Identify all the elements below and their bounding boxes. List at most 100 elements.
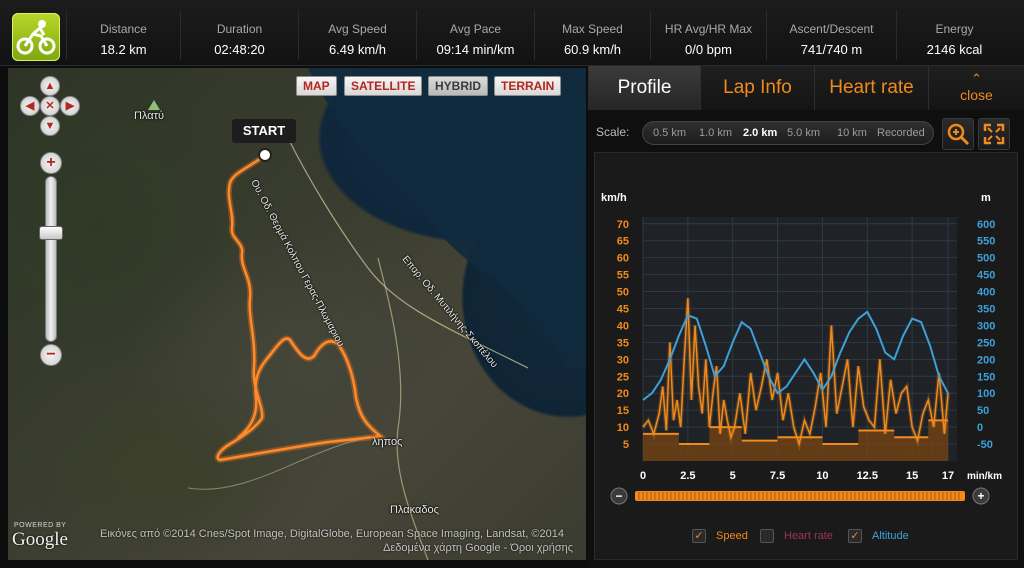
profile-chart-svg[interactable]: 510152025303540455055606570-500501001502… [595, 153, 1019, 561]
tab-profile[interactable]: Profile [588, 66, 700, 110]
close-label: close [960, 87, 993, 103]
stat-label: Ascent/Descent [789, 22, 874, 36]
heart-rate-checkbox[interactable] [760, 529, 774, 543]
scale-option-0-5km[interactable]: 0.5 km [653, 127, 686, 139]
zoom-chart-button[interactable] [942, 118, 974, 150]
fullscreen-button[interactable] [978, 118, 1010, 150]
map-type-map[interactable]: MAP [296, 76, 337, 96]
stat-distance: Distance 18.2 km [66, 10, 180, 60]
y-left-tick-label: 70 [617, 219, 629, 231]
y-right-tick-label: -50 [977, 439, 993, 451]
y-right-tick-label: 450 [977, 270, 995, 282]
zoom-in-button[interactable]: + [40, 152, 62, 174]
scale-option-2km[interactable]: 2.0 km [743, 127, 777, 139]
lap-bar [678, 444, 710, 461]
stat-label: Duration [216, 22, 263, 36]
pan-down-icon[interactable]: ▼ [40, 116, 60, 136]
place-label: Πλατύ [134, 110, 164, 122]
lap-bar [643, 433, 679, 461]
y-left-tick-label: 30 [617, 354, 629, 366]
y-left-tick-label: 5 [623, 439, 629, 451]
profile-chart: 5 10 15 20 25 30 35 40 45 50 55 60 65 70 -50 0 50 100 150 2… [594, 152, 1018, 560]
stat-value: 60.9 km/h [563, 42, 622, 57]
y-right-tick-label: 600 [977, 219, 995, 231]
route-map[interactable]: MAP SATELLITE HYBRID TERRAIN ▲ ◀ ▶ ✕ ▼ +… [8, 68, 586, 560]
scale-option-10km[interactable]: 10 km [837, 127, 867, 139]
place-label: ληπος [372, 436, 403, 448]
google-logo[interactable]: Google [12, 529, 68, 551]
start-marker[interactable] [258, 148, 272, 162]
stat-ascent-descent: Ascent/Descent 741/740 m [766, 10, 896, 60]
map-type-terrain[interactable]: TERRAIN [494, 76, 562, 96]
y-left-tick-label: 25 [617, 371, 629, 383]
scale-option-1km[interactable]: 1.0 km [699, 127, 732, 139]
chevron-up-icon: ⌃ [971, 71, 982, 86]
y-left-tick-label: 45 [617, 304, 629, 316]
speed-checkbox-label: Speed [716, 530, 748, 542]
pan-left-icon[interactable]: ◀ [20, 96, 40, 116]
x-tick-label: 17 [942, 470, 954, 482]
stat-energy: Energy 2146 kcal [896, 10, 1012, 60]
stat-heart-rate: HR Avg/HR Max 0/0 bpm [650, 10, 766, 60]
y-left-tick-label: 60 [617, 253, 629, 265]
pan-right-icon[interactable]: ▶ [60, 96, 80, 116]
y-left-tick-label: 50 [617, 287, 629, 299]
y-right-tick-label: 50 [977, 405, 989, 417]
altitude-checkbox-label: Altitude [872, 530, 909, 542]
map-type-hybrid[interactable]: HYBRID [428, 76, 489, 96]
y-left-tick-label: 40 [617, 320, 629, 332]
place-label: Πλακαδος [390, 504, 439, 516]
stat-label: Avg Pace [449, 22, 502, 36]
stat-avg-pace: Avg Pace 09:14 min/km [416, 10, 534, 60]
x-tick-label: 7.5 [770, 470, 785, 482]
close-button[interactable]: ⌃ close [928, 66, 1024, 110]
stat-avg-speed: Avg Speed 6.49 km/h [298, 10, 416, 60]
stat-label: Max Speed [562, 22, 623, 36]
map-type-satellite[interactable]: SATELLITE [344, 76, 423, 96]
stat-label: Distance [100, 22, 147, 36]
y-left-tick-label: 10 [617, 422, 629, 434]
start-label: START [232, 119, 296, 143]
stat-max-speed: Max Speed 60.9 km/h [534, 10, 650, 60]
lap-bar [822, 444, 859, 461]
map-overlay [148, 68, 586, 560]
y-right-tick-label: 250 [977, 337, 995, 349]
scale-option-5km[interactable]: 5.0 km [787, 127, 820, 139]
lap-bar [741, 440, 778, 461]
x-tick-label: 12.5 [857, 470, 878, 482]
tab-lap-info[interactable]: Lap Info [700, 66, 814, 110]
lap-bar [894, 437, 929, 461]
y-left-tick-label: 15 [617, 405, 629, 417]
map-attribution: Εικόνες από ©2014 Cnes/Spot Image, Digit… [100, 528, 565, 540]
altitude-checkbox[interactable]: ✓ [848, 529, 862, 543]
zoom-slider-track[interactable] [45, 176, 57, 342]
cycling-icon [12, 13, 60, 61]
zoom-out-button[interactable]: − [40, 344, 62, 366]
x-tick-label: 15 [906, 470, 918, 482]
expand-icon [983, 123, 1005, 145]
y-left-tick-label: 55 [617, 270, 629, 282]
tab-heart-rate[interactable]: Heart rate [814, 66, 928, 110]
scale-options: 0.5 km 1.0 km 2.0 km 5.0 km 10 km Record… [642, 121, 934, 145]
powered-by-text: POWERED BY [14, 522, 67, 529]
map-terms-link[interactable]: Δεδομένα χάρτη Google - Όροι χρήσης [383, 542, 573, 554]
x-tick-label: 2.5 [680, 470, 695, 482]
lap-bar [858, 430, 895, 461]
stat-value: 741/740 m [800, 42, 863, 57]
scale-option-recorded[interactable]: Recorded [877, 127, 925, 139]
zoom-slider-thumb[interactable] [39, 226, 63, 240]
y-right-tick-label: 150 [977, 371, 995, 383]
pan-up-icon[interactable]: ▲ [40, 76, 60, 96]
side-panel: Profile Lap Info Heart rate ⌃ close Scal… [588, 66, 1024, 568]
stat-value: 18.2 km [100, 42, 147, 57]
y-right-axis-label: m [981, 192, 991, 204]
stat-value: 09:14 min/km [436, 42, 515, 57]
pan-center-icon[interactable]: ✕ [40, 96, 60, 116]
stat-value: 0/0 bpm [685, 42, 732, 57]
stats-bar: Distance 18.2 km Duration 02:48:20 Avg S… [0, 0, 1024, 66]
speed-checkbox[interactable]: ✓ [692, 529, 706, 543]
minus-icon: − [615, 489, 622, 503]
scale-selector: Scale: 0.5 km 1.0 km 2.0 km 5.0 km 10 km… [588, 118, 1024, 150]
magnifier-icon [947, 123, 970, 146]
heart-rate-checkbox-label: Heart rate [784, 530, 833, 542]
